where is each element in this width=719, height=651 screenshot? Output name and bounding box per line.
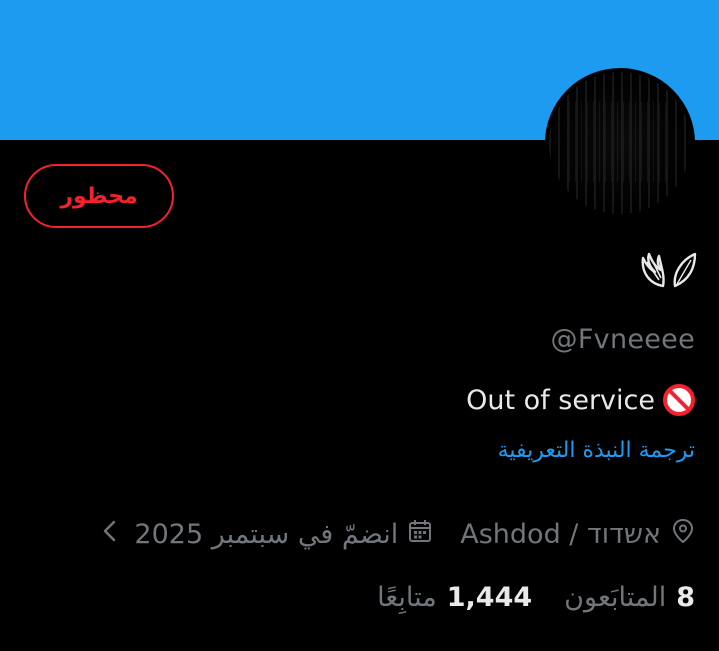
- translate-bio-link[interactable]: ترجمة النبذة التعريفية: [498, 438, 695, 463]
- profile-bio: Out of service: [466, 384, 695, 416]
- joined-item: انضمّ في سبتمبر 2025: [134, 519, 432, 550]
- chevron-left-icon[interactable]: [102, 519, 116, 550]
- following-label: متابِعًا: [377, 581, 437, 613]
- followers-label: المتابَعون: [564, 581, 667, 613]
- blocked-button[interactable]: محظور: [24, 164, 174, 228]
- location-pin-icon: [671, 518, 695, 551]
- following-link[interactable]: 1,444 متابِعًا: [377, 582, 532, 613]
- followers-count: 8: [676, 581, 695, 613]
- avatar[interactable]: [545, 68, 695, 218]
- profile-meta-row: Ashdod / אשדוד انضمّ في سبتمبر 2025: [102, 512, 695, 556]
- followers-link[interactable]: 8 المتابَعون: [564, 582, 695, 613]
- joined-text: انضمّ في سبتمبر 2025: [134, 518, 399, 550]
- location-item: Ashdod / אשדוד: [460, 518, 695, 551]
- bio-text: Out of service: [466, 384, 655, 416]
- wings-emoji-icon: [637, 250, 697, 290]
- blocked-button-label: محظور: [60, 183, 138, 209]
- following-count: 1,444: [446, 581, 533, 613]
- no-entry-icon: [663, 384, 695, 416]
- location-text: Ashdod / אשדוד: [460, 518, 661, 550]
- calendar-icon: [408, 519, 432, 550]
- avatar-image: [569, 102, 671, 182]
- follow-stats-row: 8 المتابَعون 1,444 متابِعًا: [377, 575, 695, 619]
- display-name: [637, 250, 697, 290]
- profile-handle: @Fvneeee: [550, 324, 695, 355]
